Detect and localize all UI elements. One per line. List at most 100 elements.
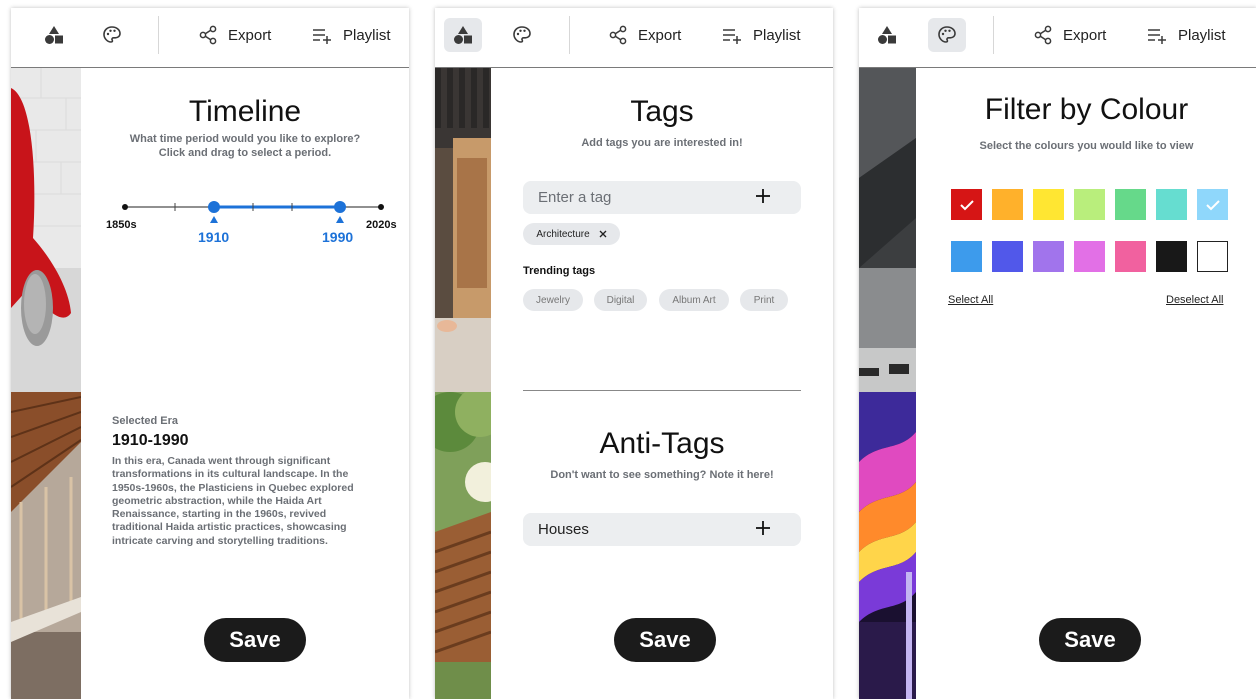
top-toolbar: Export Playlist — [859, 8, 1256, 68]
artwork-thumbnail-concrete-hall[interactable] — [859, 68, 916, 392]
top-toolbar: Export Playlist — [435, 8, 833, 68]
artwork-strip — [859, 68, 916, 699]
colour-swatch-teal[interactable] — [1156, 189, 1187, 220]
panel-title: Filter by Colour — [984, 93, 1189, 126]
playlist-label: Playlist — [343, 26, 391, 44]
anti-tags-title: Anti-Tags — [599, 427, 725, 460]
colour-filter-button[interactable] — [928, 18, 966, 52]
share-icon — [199, 25, 217, 45]
tags-panel: Export Playlist Tags Add tags you are in… — [435, 8, 833, 699]
toolbar-separator — [569, 16, 570, 54]
colour-swatch-yellow[interactable] — [1033, 189, 1064, 220]
share-icon — [609, 25, 627, 45]
colour-swatch-indigo[interactable] — [992, 241, 1023, 272]
colour-content: Filter by Colour Select the colours you … — [916, 68, 1256, 699]
plus-icon[interactable] — [755, 520, 771, 536]
colour-swatch-blue[interactable] — [951, 241, 982, 272]
selected-era-range: 1910-1990 — [112, 432, 189, 449]
tag-input-placeholder: Enter a tag — [538, 189, 612, 206]
trending-tag-chip[interactable]: Print — [740, 289, 788, 311]
colour-swatch-lime[interactable] — [1074, 189, 1105, 220]
export-label: Export — [1063, 26, 1107, 44]
colour-swatch-pink[interactable] — [1115, 241, 1146, 272]
artwork-strip — [435, 68, 491, 699]
deselect-all-link[interactable]: Deselect All — [1166, 294, 1223, 306]
artwork-thumbnail-colourful-waves[interactable] — [859, 392, 916, 699]
playlist-label: Playlist — [1178, 26, 1226, 44]
save-button[interactable]: Save — [204, 618, 306, 662]
share-icon — [1034, 25, 1052, 45]
tag-input[interactable]: Enter a tag — [523, 181, 801, 214]
playlist-button[interactable]: Playlist — [721, 20, 801, 50]
anti-tags-subtitle: Don't want to see something? Note it her… — [550, 469, 774, 481]
artwork-thumbnail-trees[interactable] — [435, 392, 491, 699]
shapes-icon — [45, 26, 63, 44]
panel-title: Tags — [630, 95, 694, 128]
export-button[interactable]: Export — [608, 20, 681, 50]
selected-tag-chip[interactable]: Architecture — [523, 223, 620, 245]
playlist-add-icon — [723, 29, 741, 44]
save-button[interactable]: Save — [1039, 618, 1141, 662]
shapes-icon — [878, 26, 896, 44]
plus-icon[interactable] — [755, 188, 771, 204]
timeline-handle-end[interactable] — [334, 201, 346, 213]
playlist-label: Playlist — [753, 26, 801, 44]
export-button[interactable]: Export — [198, 20, 271, 50]
palette-icon — [513, 26, 531, 43]
timeline-endpoint-end — [378, 204, 384, 210]
toolbar-separator — [993, 16, 994, 54]
trending-tag-chip[interactable]: Album Art — [659, 289, 729, 311]
artwork-thumbnail-wooden-house[interactable] — [11, 392, 81, 699]
check-icon — [1205, 199, 1220, 210]
artwork-strip — [11, 68, 81, 699]
section-divider — [523, 390, 801, 391]
palette-icon — [103, 26, 121, 43]
panel-subtitle: Add tags you are interested in! — [581, 137, 743, 149]
colour-swatch-orange[interactable] — [992, 189, 1023, 220]
selected-era-description: In this era, Canada went through signifi… — [112, 455, 354, 547]
top-toolbar: Export Playlist — [11, 8, 409, 68]
anti-tag-input[interactable]: Houses — [523, 513, 801, 546]
save-button[interactable]: Save — [614, 618, 716, 662]
shapes-filter-button[interactable] — [868, 18, 906, 52]
timeline-endpoint-start — [122, 204, 128, 210]
export-button[interactable]: Export — [1033, 20, 1106, 50]
colour-swatch-light-blue[interactable] — [1197, 189, 1228, 220]
colour-swatch-green[interactable] — [1115, 189, 1146, 220]
panel-title: Timeline — [188, 95, 302, 128]
colour-filter-button[interactable] — [503, 18, 541, 52]
artwork-thumbnail-plush-toy[interactable] — [11, 68, 81, 392]
playlist-button[interactable]: Playlist — [1146, 20, 1226, 50]
toolbar-separator — [158, 16, 159, 54]
shapes-filter-button[interactable] — [444, 18, 482, 52]
tags-content: Tags Add tags you are interested in! Ent… — [491, 68, 833, 699]
palette-icon — [938, 26, 956, 43]
panel-subtitle: What time period would you like to explo… — [129, 133, 361, 159]
export-label: Export — [638, 26, 682, 44]
colour-filter-button[interactable] — [93, 18, 131, 52]
colour-swatch-purple[interactable] — [1033, 241, 1064, 272]
close-icon[interactable] — [599, 230, 607, 238]
colour-swatch-black[interactable] — [1156, 241, 1187, 272]
panel-subtitle: Select the colours you would like to vie… — [979, 140, 1194, 152]
trending-tags-title: Trending tags — [523, 265, 596, 277]
trending-tag-chip[interactable]: Digital — [594, 289, 647, 311]
timeline-handle-start[interactable] — [208, 201, 220, 213]
timeline-start-label: 1850s — [106, 219, 137, 231]
timeline-selected-start: 1910 — [198, 229, 230, 245]
colour-swatch-red[interactable] — [951, 189, 982, 220]
playlist-button[interactable]: Playlist — [311, 20, 391, 50]
colour-swatch-magenta[interactable] — [1074, 241, 1105, 272]
shapes-icon — [454, 26, 472, 44]
export-label: Export — [228, 26, 272, 44]
playlist-add-icon — [313, 29, 331, 44]
shapes-filter-button[interactable] — [35, 18, 73, 52]
colour-swatch-white[interactable] — [1197, 241, 1228, 272]
check-icon — [959, 199, 974, 210]
select-all-link[interactable]: Select All — [948, 294, 993, 306]
artwork-thumbnail-interior[interactable] — [435, 68, 491, 392]
timeline-marker-start — [210, 216, 218, 223]
timeline-marker-end — [336, 216, 344, 223]
timeline-end-label: 2020s — [366, 219, 397, 231]
trending-tag-chip[interactable]: Jewelry — [523, 289, 583, 311]
